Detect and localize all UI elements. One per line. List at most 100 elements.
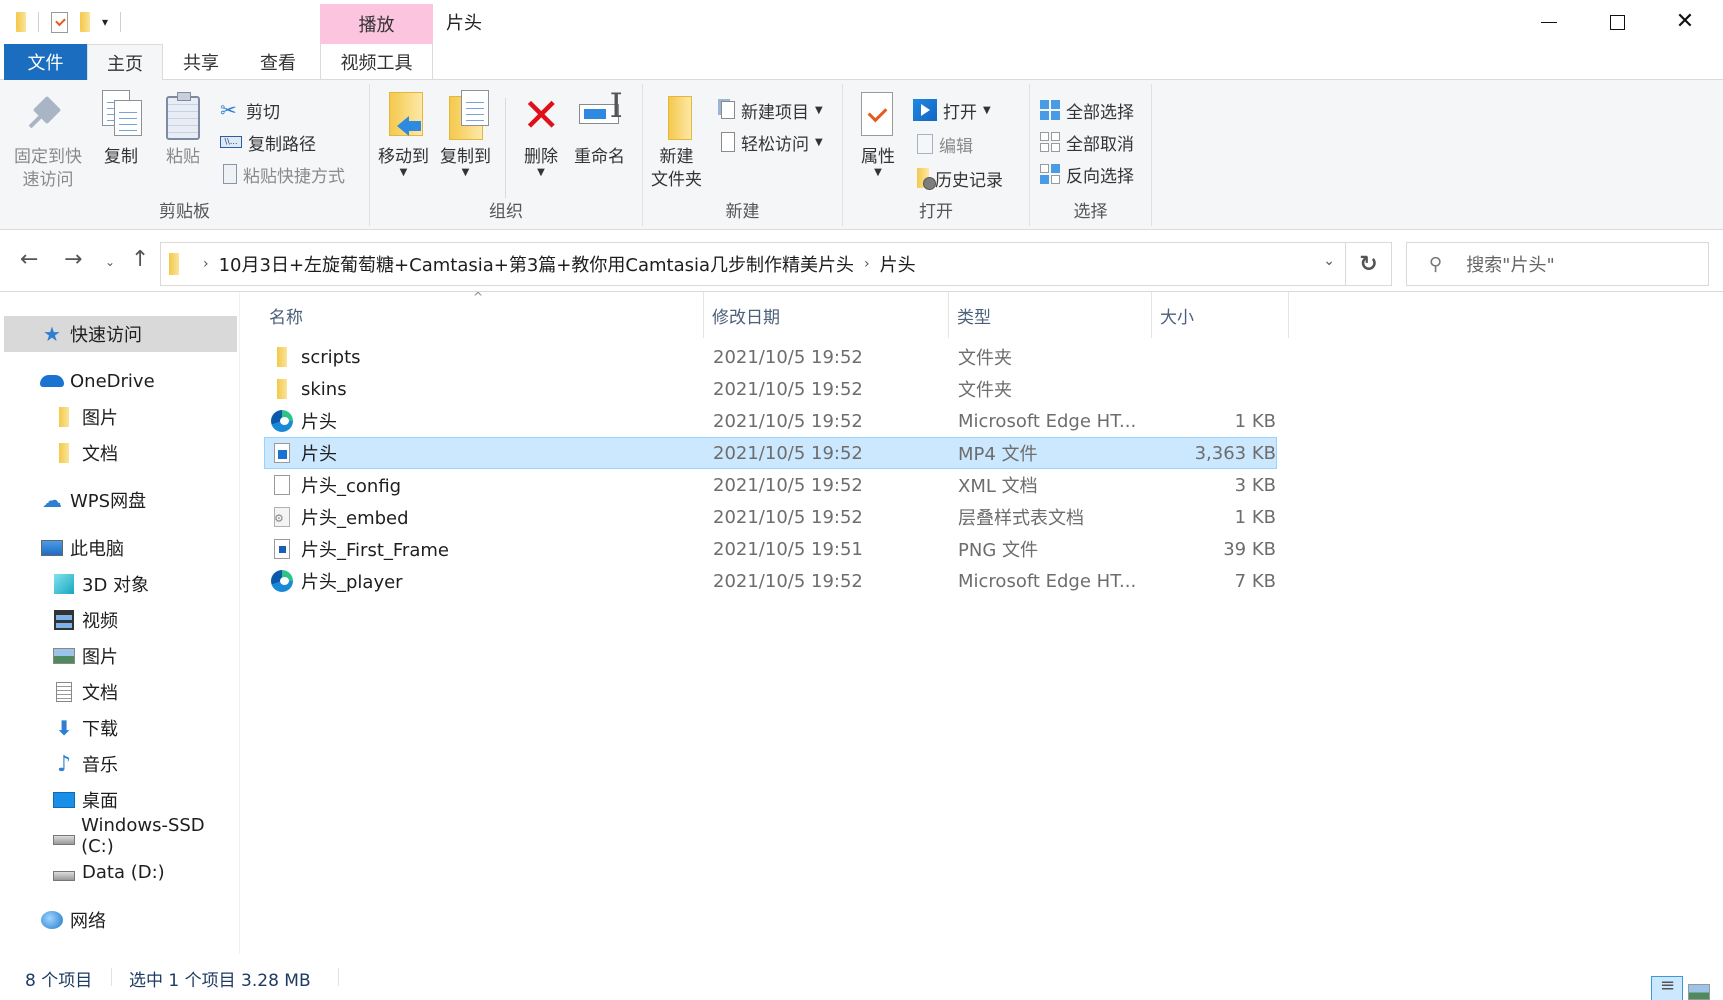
sidebar-item-3d-objects[interactable]: 3D 对象 (4, 566, 237, 602)
file-type: Microsoft Edge HT... (958, 570, 1137, 592)
up-button[interactable]: ↑ (131, 247, 149, 272)
paste-shortcut-button[interactable]: 粘贴快捷方式 (220, 160, 345, 188)
new-folder-label-line2: 文件夹 (651, 170, 702, 190)
sidebar-item-label: 网络 (70, 911, 106, 932)
file-row[interactable]: 片头_player 2021/10/5 19:52 Microsoft Edge… (264, 565, 1277, 597)
edit-icon (917, 134, 933, 154)
new-group: 新建 文件夹 新建项目 ▼ 轻松访问 ▼ 新建 (643, 84, 843, 226)
new-item-button[interactable]: 新建项目 ▼ (715, 96, 823, 124)
sidebar-item-downloads[interactable]: ⬇ 下载 (4, 710, 237, 746)
large-icons-view-icon[interactable] (1688, 984, 1710, 1000)
file-row[interactable]: scripts 2021/10/5 19:52 文件夹 (264, 341, 1277, 373)
new-folder-button[interactable]: 新建 文件夹 (651, 90, 702, 192)
column-header-size[interactable]: 大小 (1152, 292, 1289, 338)
forward-button[interactable]: → (64, 247, 82, 272)
network-icon (40, 909, 64, 931)
sidebar-item-wps-drive[interactable]: ☁ WPS网盘 (4, 482, 237, 518)
pin-to-quick-access-button[interactable]: 固定到快 速访问 (14, 90, 82, 192)
sidebar-item-pictures[interactable]: 图片 (4, 638, 237, 674)
select-all-label: 全部选择 (1066, 102, 1134, 123)
sidebar-item-desktop[interactable]: 桌面 (4, 782, 237, 818)
properties-icon[interactable] (51, 11, 68, 33)
recent-locations-dropdown[interactable]: ⌄ (105, 255, 115, 269)
address-bar[interactable]: › 10月3日+左旋葡萄糖+Camtasia+第3篇+教你用Camtasia几步… (160, 242, 1346, 286)
sidebar-item-onedrive-documents[interactable]: 文档 (4, 435, 237, 471)
sidebar-item-videos[interactable]: 视频 (4, 602, 237, 638)
sidebar-item-quick-access[interactable]: ★ 快速访问 (4, 316, 237, 352)
invert-selection-button[interactable]: 反向选择 (1040, 160, 1134, 188)
search-input[interactable]: 搜索"片头" (1466, 251, 1555, 277)
file-date: 2021/10/5 19:52 (713, 474, 863, 496)
tab-file[interactable]: 文件 (4, 44, 87, 80)
sidebar-item-music[interactable]: ♪ 音乐 (4, 746, 237, 782)
maximize-button[interactable] (1583, 0, 1651, 44)
edit-button[interactable]: 编辑 (913, 130, 973, 158)
file-type: 文件夹 (958, 348, 1012, 369)
file-row[interactable]: skins 2021/10/5 19:52 文件夹 (264, 373, 1277, 405)
move-to-button[interactable]: 移动到 ▼ (378, 90, 429, 178)
history-button[interactable]: 历史记录 (913, 164, 1003, 192)
breadcrumb-item-current[interactable]: 片头 (880, 251, 916, 277)
sidebar-item-drive-d[interactable]: Data (D:) (4, 854, 237, 890)
close-button[interactable]: ✕ (1651, 0, 1719, 44)
copy-to-button[interactable]: 复制到 ▼ (440, 90, 491, 178)
properties-label: 属性 (861, 147, 895, 167)
file-row[interactable]: 片头 2021/10/5 19:52 Microsoft Edge HT... … (264, 405, 1277, 437)
file-name: 片头_embed (301, 508, 409, 529)
tab-share[interactable]: 共享 (163, 44, 239, 80)
edit-label: 编辑 (939, 136, 973, 157)
file-row[interactable]: 片头_First_Frame 2021/10/5 19:51 PNG 文件 39… (264, 533, 1277, 565)
select-none-button[interactable]: 全部取消 (1040, 128, 1134, 156)
folder-icon[interactable] (16, 12, 26, 32)
cut-button[interactable]: 剪切 (220, 96, 280, 124)
star-icon: ★ (43, 322, 61, 346)
sidebar-item-label: 下载 (82, 719, 118, 740)
sidebar-item-documents[interactable]: 文档 (4, 674, 237, 710)
column-header-date-modified[interactable]: 修改日期 (704, 292, 949, 338)
customize-toolbar-dropdown[interactable]: ▾ (102, 15, 108, 29)
move-to-icon (381, 90, 427, 142)
file-date: 2021/10/5 19:52 (713, 506, 863, 528)
breadcrumb-item[interactable]: 10月3日+左旋葡萄糖+Camtasia+第3篇+教你用Camtasia几步制作… (219, 251, 854, 277)
breadcrumb-chevron-icon[interactable]: › (864, 256, 870, 272)
copy-button[interactable]: 复制 (98, 90, 144, 169)
delete-button[interactable]: ✕ 删除 ▼ (518, 90, 564, 178)
select-all-button[interactable]: 全部选择 (1040, 96, 1134, 124)
file-name: skins (301, 378, 347, 400)
paste-button[interactable]: 粘贴 (160, 90, 206, 169)
easy-access-button[interactable]: 轻松访问 ▼ (715, 128, 823, 156)
properties-button[interactable]: 属性 ▼ (855, 90, 901, 178)
search-box[interactable]: ⚲ 搜索"片头" (1406, 242, 1709, 286)
copy-path-button[interactable]: \\... 复制路径 (220, 128, 316, 156)
details-view-icon[interactable] (1651, 975, 1683, 1000)
column-header-type[interactable]: 类型 (949, 292, 1152, 338)
file-row[interactable]: 片头_embed 2021/10/5 19:52 层叠样式表文档 1 KB (264, 501, 1277, 533)
select-none-icon (1040, 132, 1060, 152)
move-to-label: 移动到 (378, 147, 429, 167)
videos-icon (52, 609, 76, 631)
file-size: 3,363 KB (1194, 442, 1276, 464)
tab-view[interactable]: 查看 (240, 44, 316, 80)
tab-home[interactable]: 主页 (87, 44, 163, 81)
file-row-selected[interactable]: 片头 2021/10/5 19:52 MP4 文件 3,363 KB (264, 437, 1277, 469)
sidebar-item-network[interactable]: 网络 (4, 902, 237, 938)
new-folder-icon[interactable] (80, 12, 90, 32)
breadcrumb-chevron-icon[interactable]: › (203, 256, 209, 272)
rename-button[interactable]: 重命名 (574, 90, 625, 169)
column-header-name[interactable]: 名称 (262, 292, 704, 338)
sidebar-item-onedrive-pictures[interactable]: 图片 (4, 399, 237, 435)
sidebar-item-drive-c[interactable]: Windows-SSD (C:) (4, 815, 237, 857)
3d-objects-icon (52, 573, 76, 595)
file-row[interactable]: 片头_config 2021/10/5 19:52 XML 文档 3 KB (264, 469, 1277, 501)
sidebar-item-onedrive[interactable]: OneDrive (4, 363, 237, 399)
contextual-tab-header-play: 播放 (320, 4, 433, 44)
sidebar-item-this-pc[interactable]: 此电脑 (4, 530, 237, 566)
copy-icon (98, 90, 144, 142)
open-button[interactable]: 打开 ▼ (913, 96, 991, 124)
tab-video-tools[interactable]: 视频工具 (320, 44, 433, 80)
select-all-icon (1040, 100, 1060, 120)
back-button[interactable]: ← (20, 247, 38, 272)
address-history-dropdown-icon[interactable]: ⌄ (1323, 253, 1335, 269)
refresh-button[interactable]: ↻ (1346, 242, 1392, 286)
minimize-button[interactable] (1515, 0, 1583, 44)
